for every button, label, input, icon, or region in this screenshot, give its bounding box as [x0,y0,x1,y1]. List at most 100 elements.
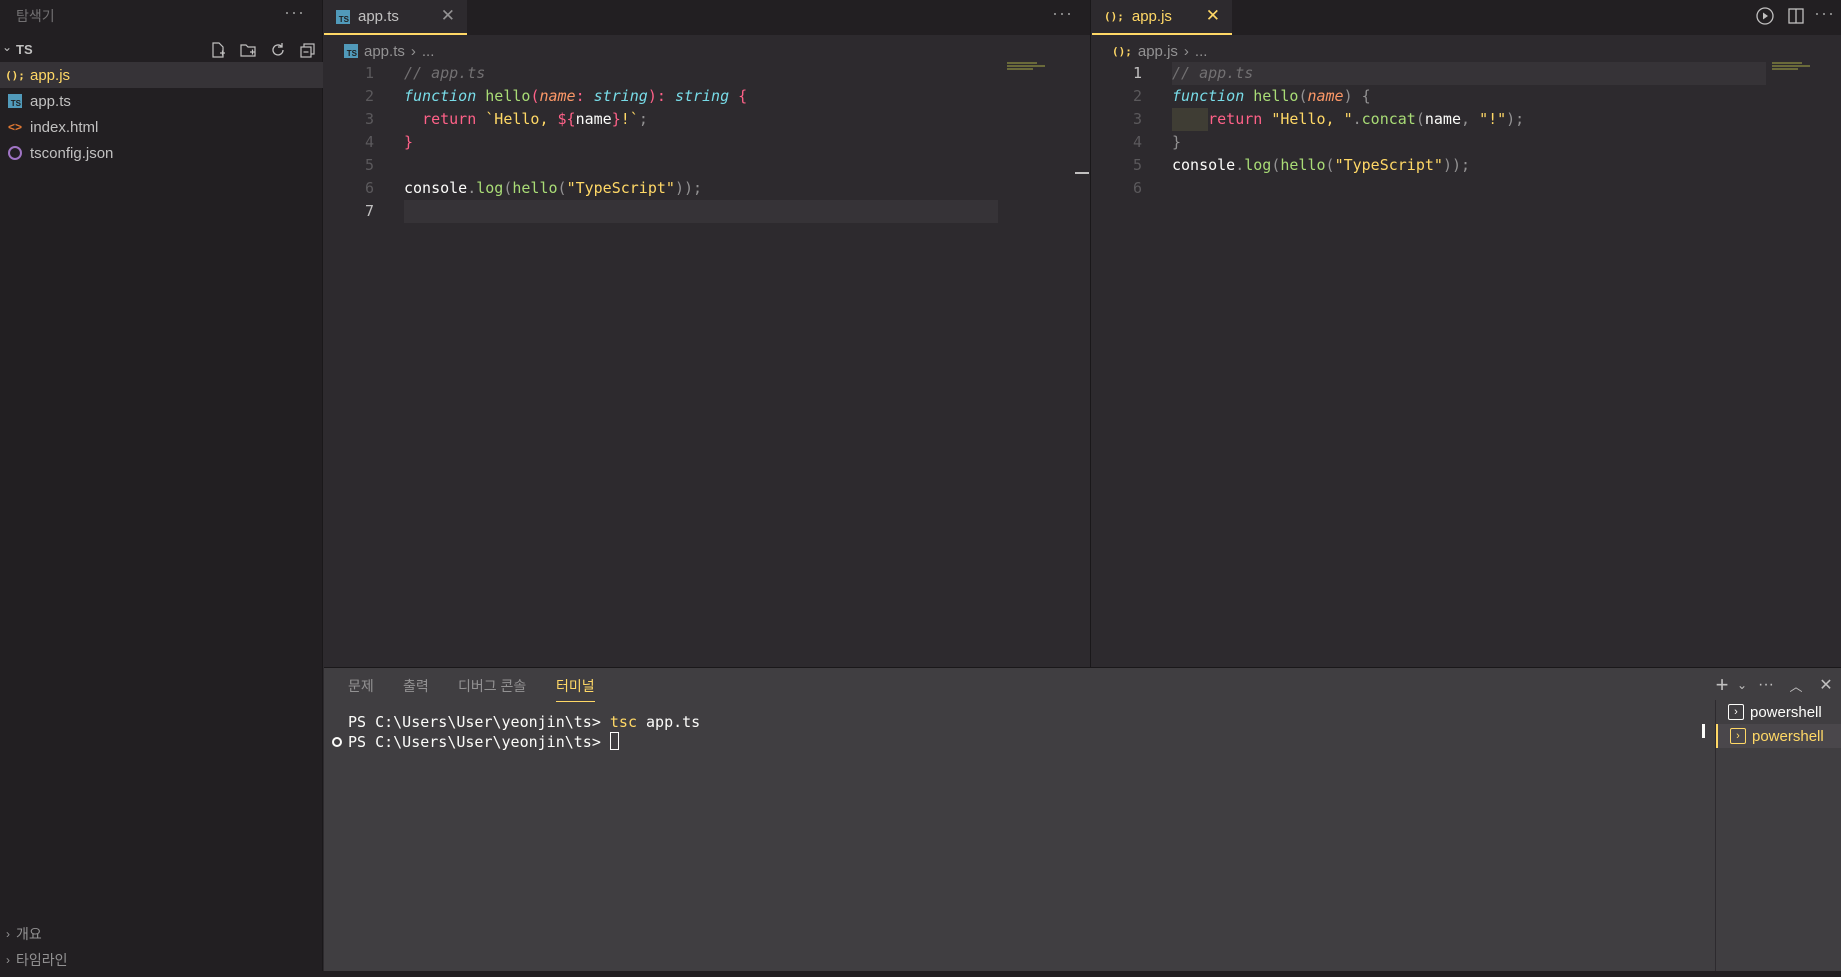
line-number: 3 [1132,110,1142,128]
code-line-2: function hello(name: string): string { [404,87,748,105]
collapse-all-icon[interactable] [296,38,320,62]
tab-debug-console[interactable]: 디버그 콘솔 [458,676,526,702]
folder-name: TS [16,42,33,57]
file-item-app-js[interactable]: (); app.js [0,62,323,88]
file-label: index.html [30,118,99,136]
breadcrumb-rest[interactable]: ... [422,43,435,60]
terminal-icon: › [1730,728,1746,744]
breadcrumb-separator: › [410,42,416,60]
code-line-2: function hello(name) { [1172,87,1371,105]
explorer-title: 탐색기 [16,8,55,24]
tab-terminal[interactable]: 터미널 [556,676,595,702]
terminal-item-2[interactable]: › powershell [1716,724,1841,748]
terminal-command-name: tsc [609,713,637,731]
minimap[interactable] [1772,62,1812,72]
timeline-section[interactable]: › 타임라인 [0,948,323,972]
run-icon[interactable] [1755,6,1775,30]
current-line-highlight [1172,62,1766,85]
breadcrumb: TS app.ts › ... [344,40,434,62]
ts-icon: TS [336,9,350,24]
breadcrumb-rest[interactable]: ... [1195,43,1208,60]
maximize-panel-icon[interactable]: ︿ [1781,672,1811,698]
ts-icon: TS [344,44,358,58]
terminal-output[interactable]: PS C:\Users\User\yeonjin\ts> tsc app.ts P… [348,712,700,752]
bottom-panel: 문제 출력 디버그 콘솔 터미널 + ⌄ ··· ︿ ✕ PS C:\Users… [324,667,1841,977]
close-panel-icon[interactable]: ✕ [1811,672,1841,698]
json-icon [8,146,22,160]
js-icon: (); [5,68,25,82]
tab-bar: (); app.js ✕ ··· [1092,0,1841,35]
code-line-3: return "Hello, ".concat(name, "!"); [1208,110,1525,128]
current-line-highlight [404,200,998,223]
new-terminal-icon[interactable]: + [1711,672,1733,698]
line-number: 6 [1132,179,1142,197]
chevron-right-icon: › [6,953,10,967]
split-editor-icon[interactable] [1786,6,1806,30]
terminal-scrollbar[interactable] [1702,724,1705,738]
tab-problems[interactable]: 문제 [348,676,374,702]
tab-output[interactable]: 출력 [403,676,429,702]
tab-app-ts[interactable]: TS app.ts ✕ [324,0,467,35]
terminal-icon: › [1728,704,1744,720]
tab-bar: TS app.ts ✕ ··· [324,0,1090,35]
scrollbar-marker [1075,172,1089,174]
terminal-prompt: PS C:\Users\User\yeonjin\ts> [348,713,610,731]
close-icon[interactable]: ✕ [1206,6,1220,26]
refresh-icon[interactable] [266,38,290,62]
chevron-down-icon[interactable]: ⌄ [1733,672,1751,698]
outline-section[interactable]: › 개요 [0,922,323,946]
breadcrumb: (); app.js › ... [1112,40,1207,62]
line-number: 2 [364,87,374,105]
terminal-item-label: powershell [1750,703,1822,721]
line-number: 5 [364,156,374,174]
chevron-right-icon: › [6,927,10,941]
close-icon[interactable]: ✕ [441,6,455,26]
tab-app-js[interactable]: (); app.js ✕ [1092,0,1232,35]
line-number-current: 7 [364,202,374,220]
file-label: app.js [30,66,71,84]
tab-label: app.ts [358,8,399,25]
folder-header-ts[interactable]: ⌄ TS [0,38,323,62]
panel-actions: + ⌄ ··· ︿ ✕ [1711,672,1841,698]
code-line-3: return `Hello, ${name}!`; [422,110,648,128]
line-number: 5 [1132,156,1142,174]
new-file-icon[interactable] [206,38,230,62]
file-item-app-ts[interactable]: TS app.ts [0,88,323,114]
code-line-5: console.log(hello("TypeScript")); [1172,156,1471,174]
line-number: 4 [364,133,374,151]
file-item-index-html[interactable]: <> index.html [0,114,323,140]
breadcrumb-file[interactable]: app.js [1138,43,1178,60]
line-number: 6 [364,179,374,197]
breadcrumb-file[interactable]: app.ts [364,43,405,60]
code-line-4: } [404,133,414,151]
terminal-list: › powershell › powershell [1715,700,1841,977]
line-number: 4 [1132,133,1142,151]
file-label: app.ts [30,92,71,110]
minimap[interactable] [1007,62,1047,72]
status-bar [0,971,1841,977]
more-icon[interactable]: ··· [1751,672,1781,698]
breadcrumb-separator: › [1183,42,1189,60]
terminal-item-label: powershell [1752,727,1824,745]
line-number: 3 [364,110,374,128]
code-line-1: // app.ts [404,64,486,82]
terminal-command-args: app.ts [637,713,701,731]
explorer-sidebar: 탐색기 ··· ⌄ TS (); app.js TS app.ts <> ind… [0,0,323,977]
command-status-icon [332,737,342,747]
tab-label: app.js [1131,8,1172,25]
code-line-4: } [1172,133,1182,151]
terminal-line-1: PS C:\Users\User\yeonjin\ts> tsc app.ts [348,712,700,732]
explorer-more-icon[interactable]: ··· [284,2,305,23]
new-folder-icon[interactable] [236,38,260,62]
editor-group-right: (); app.js ✕ ··· (); app.js › ... 1 2 3 … [1092,0,1841,667]
outline-label: 개요 [16,926,42,942]
editor-more-icon[interactable]: ··· [1052,3,1073,24]
code-line-1: // app.ts [1172,64,1254,82]
editor-group-left: TS app.ts ✕ ··· TS app.ts › ... 1 2 3 4 … [324,0,1091,667]
terminal-item-1[interactable]: › powershell [1716,700,1841,724]
chevron-down-icon: ⌄ [2,40,13,54]
file-item-tsconfig-json[interactable]: tsconfig.json [0,140,323,166]
terminal-cursor [609,732,619,750]
terminal-prompt: PS C:\Users\User\yeonjin\ts> [348,733,610,751]
editor-more-icon[interactable]: ··· [1814,3,1835,24]
